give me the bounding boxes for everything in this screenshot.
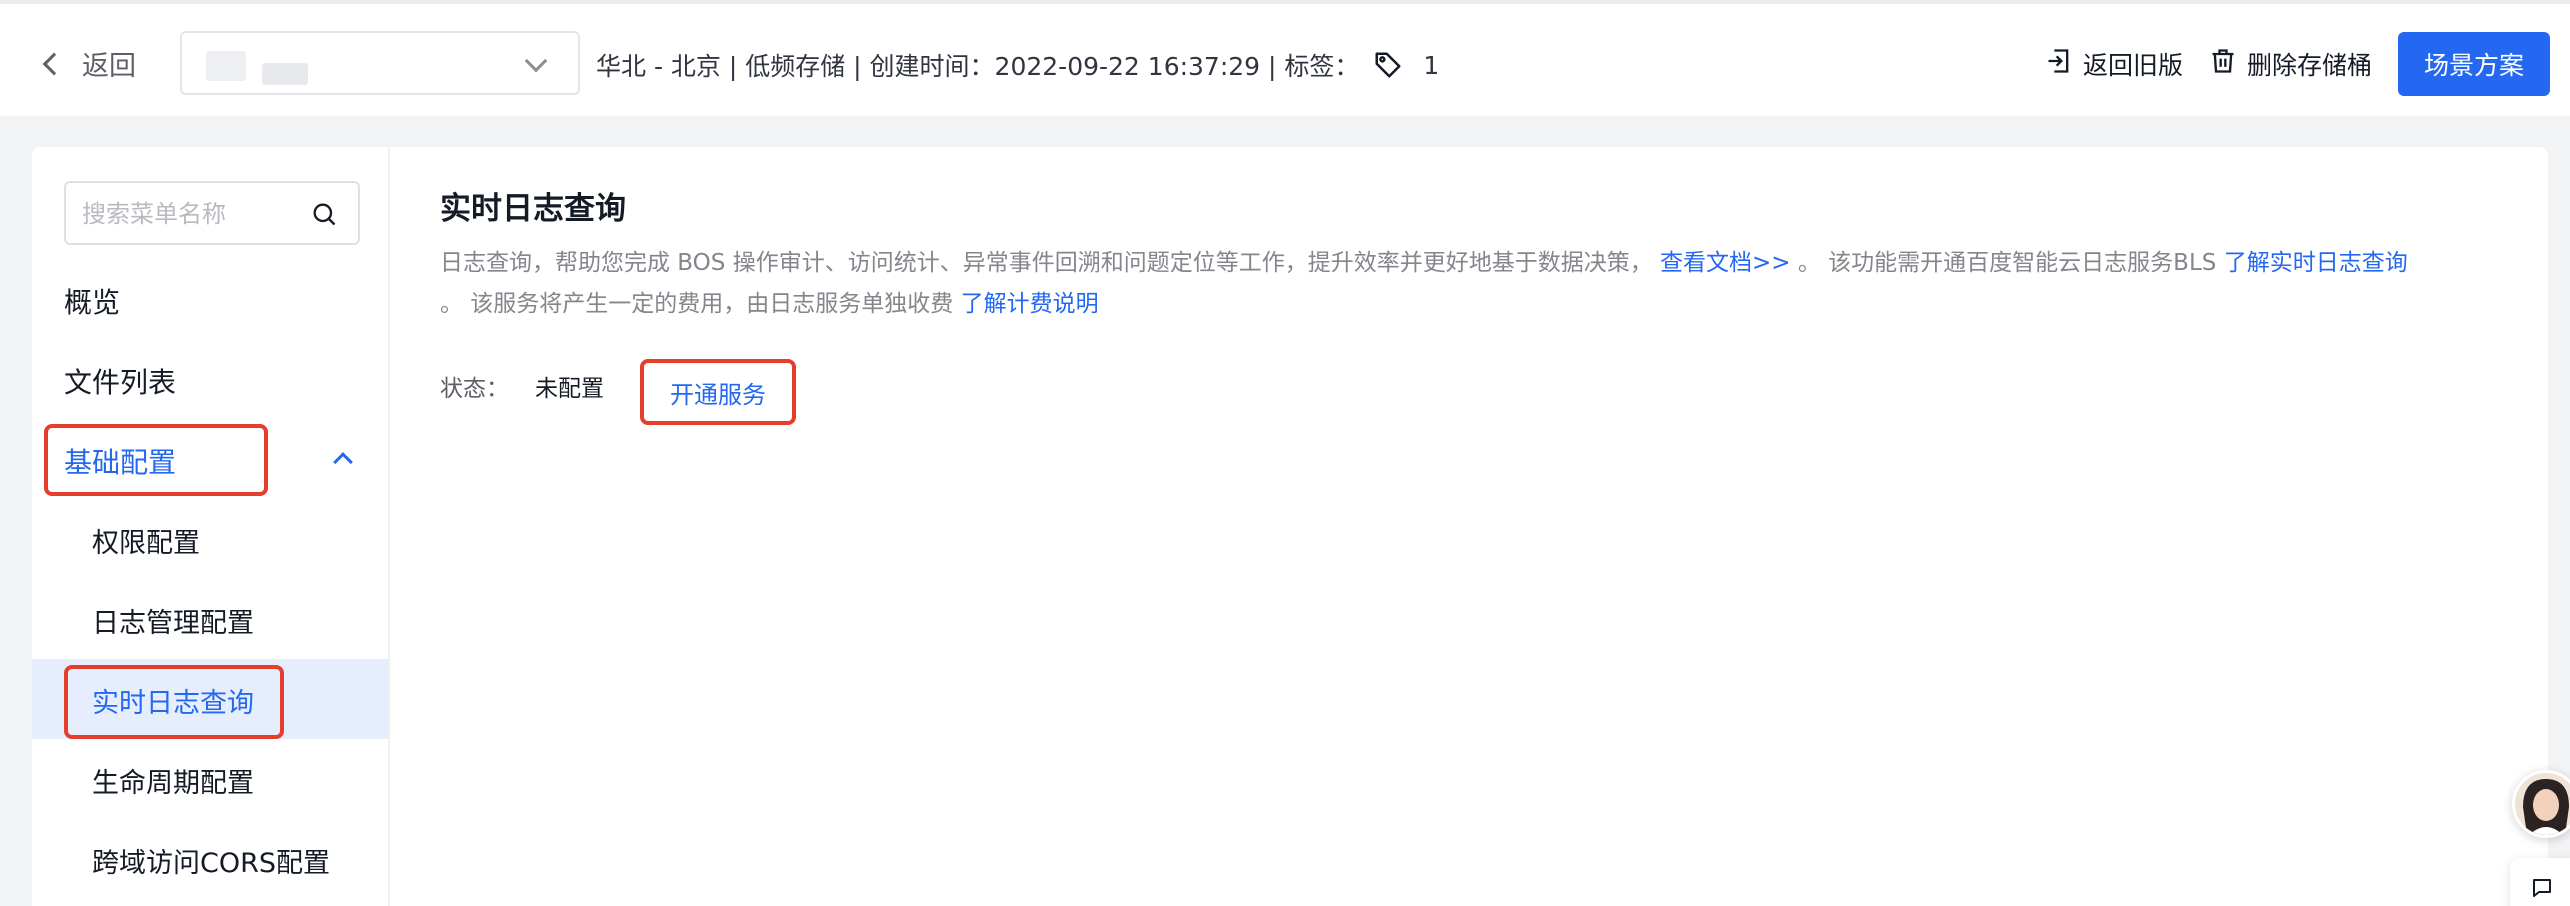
sidebar-item-overview[interactable]: 概览: [64, 281, 120, 321]
tag-icon[interactable]: [1373, 50, 1403, 80]
description: 日志查询，帮助您完成 BOS 操作审计、访问统计、异常事件回溯和问题定位等工作，…: [440, 243, 2516, 325]
trash-icon: [2209, 47, 2237, 81]
billing-link[interactable]: 了解计费说明: [961, 291, 1099, 317]
bucket-name-redacted: [206, 51, 246, 81]
sidebar-item-log-management[interactable]: 日志管理配置: [92, 601, 254, 640]
menu-search-input[interactable]: [82, 195, 302, 233]
top-actions: 返回旧版 删除存储桶 场景方案: [2045, 32, 2550, 96]
exit-icon: [2045, 47, 2073, 81]
docs-link[interactable]: 查看文档>>: [1660, 250, 1791, 276]
bucket-meta: 华北 - 北京 | 低频存储 | 创建时间：2022-09-22 16:37:2…: [596, 47, 1439, 83]
main-panel: 概览 文件列表 基础配置 权限配置 日志管理配置 实时日志查询 生命周期配置 跨…: [32, 147, 2548, 906]
delete-bucket-label: 删除存储桶: [2246, 51, 2372, 80]
sidebar: 概览 文件列表 基础配置 权限配置 日志管理配置 实时日志查询 生命周期配置 跨…: [32, 147, 390, 906]
sidebar-item-file-list[interactable]: 文件列表: [64, 361, 176, 401]
sidebar-item-lifecycle[interactable]: 生命周期配置: [92, 761, 254, 800]
page-title: 实时日志查询: [440, 191, 626, 227]
bucket-select[interactable]: [180, 31, 580, 95]
description-text-2: 。 该功能需开通百度智能云日志服务BLS: [1797, 250, 2224, 276]
bucket-name-redacted-2: [262, 63, 308, 85]
status-row: 状态： 未配置: [440, 369, 604, 403]
chevron-down-icon: [524, 49, 548, 73]
description-text-1: 日志查询，帮助您完成 BOS 操作审计、访问统计、异常事件回溯和问题定位等工作，…: [440, 250, 1653, 276]
description-text-3: 。 该服务将产生一定的费用，由日志服务单独收费: [440, 291, 961, 317]
back-button[interactable]: 返回: [42, 44, 136, 83]
content-area: 实时日志查询 日志查询，帮助您完成 BOS 操作审计、访问统计、异常事件回溯和问…: [440, 147, 2520, 906]
highlight-box-realtime-log: [64, 665, 284, 739]
highlight-box-basic-config: [44, 424, 268, 496]
back-label: 返回: [82, 51, 136, 82]
feedback-button[interactable]: [2510, 858, 2570, 906]
bucket-meta-text: 华北 - 北京 | 低频存储 | 创建时间：2022-09-22 16:37:2…: [596, 52, 1360, 81]
chevron-up-icon[interactable]: [333, 452, 353, 472]
old-version-label: 返回旧版: [2082, 51, 2183, 80]
sidebar-item-cors[interactable]: 跨域访问CORS配置: [92, 841, 330, 880]
chevron-left-icon: [42, 52, 66, 75]
status-label: 状态：: [440, 376, 509, 402]
delete-bucket-button[interactable]: 删除存储桶: [2209, 46, 2372, 82]
search-icon[interactable]: [310, 200, 338, 232]
tag-count: 1: [1423, 50, 1440, 80]
top-bar: 返回 华北 - 北京 | 低频存储 | 创建时间：2022-09-22 16:3…: [0, 0, 2570, 116]
open-service-button[interactable]: 开通服务: [640, 359, 796, 425]
chat-icon: [2528, 876, 2556, 904]
menu-search: [64, 181, 360, 245]
old-version-button[interactable]: 返回旧版: [2045, 46, 2183, 82]
status-value: 未配置: [535, 376, 604, 402]
sidebar-item-permission[interactable]: 权限配置: [92, 521, 200, 560]
realtime-log-link[interactable]: 了解实时日志查询: [2224, 250, 2408, 276]
scenario-button[interactable]: 场景方案: [2397, 32, 2550, 96]
